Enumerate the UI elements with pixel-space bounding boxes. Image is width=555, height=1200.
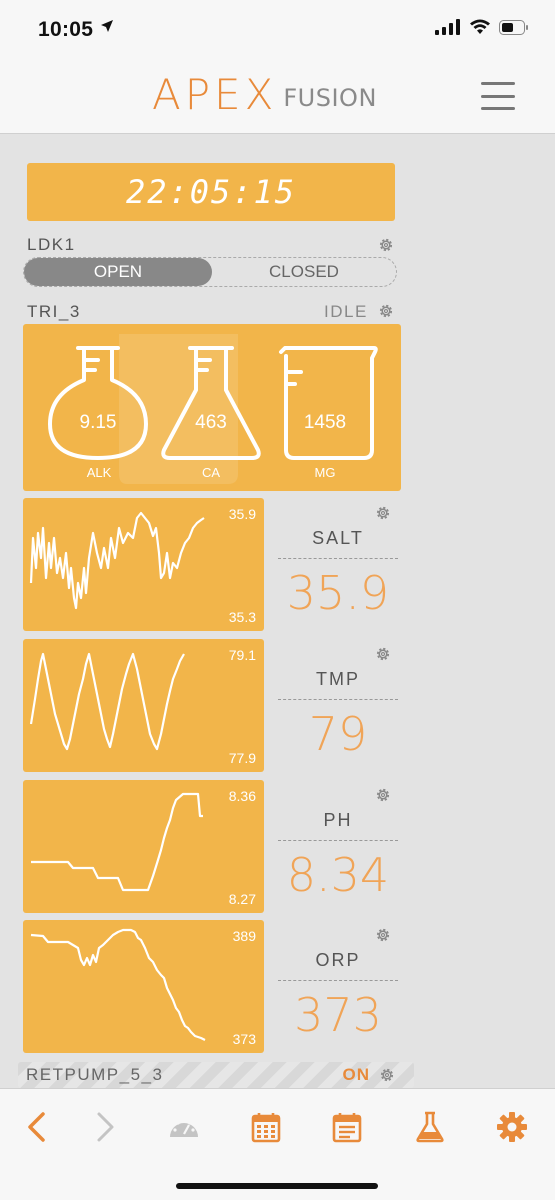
status-bar: 10:05 (0, 0, 555, 60)
logo-fusion-text: FUSION (283, 84, 377, 112)
dashboard-gauge-icon[interactable] (164, 1107, 204, 1147)
ph-probe-card[interactable]: PH 8.34 (278, 780, 398, 913)
alk-value: 9.15 (79, 412, 117, 433)
notes-calendar-icon[interactable] (327, 1107, 367, 1147)
ldk1-label: LDK1 (27, 235, 76, 254)
tmp-divider (278, 699, 398, 700)
salt-graph-max: 35.9 (228, 506, 256, 522)
clock-time: 22:05:15 (125, 173, 297, 211)
forward-arrow-icon[interactable] (86, 1107, 126, 1147)
orp-settings-gear-icon[interactable] (374, 926, 392, 944)
ph-graph-max: 8.36 (228, 788, 256, 804)
cellular-signal-icon (435, 19, 460, 35)
retpump-label: RETPUMP_5_3 (26, 1065, 164, 1084)
tmp-settings-gear-icon[interactable] (374, 645, 392, 663)
ca-value: 463 (195, 412, 227, 433)
tri-label: TRI_3 (27, 302, 81, 321)
home-indicator (176, 1183, 378, 1189)
salt-divider (278, 558, 398, 559)
orp-divider (278, 980, 398, 981)
retpump-state: ON (342, 1065, 370, 1084)
calendar-icon[interactable] (246, 1107, 286, 1147)
beaker-icon (279, 346, 378, 460)
ca-label: CA (201, 465, 221, 480)
ldk1-settings-gear-icon[interactable] (377, 236, 395, 254)
flask-icon[interactable] (410, 1107, 450, 1147)
ph-probe-name: PH (323, 810, 353, 830)
location-arrow-icon (101, 20, 113, 32)
salt-probe-name: SALT (312, 528, 364, 548)
ph-graph-min: 8.27 (228, 891, 256, 907)
tmp-probe-value: 79 (308, 707, 368, 761)
orp-graph-min: 373 (232, 1031, 256, 1047)
tri-state: IDLE (324, 302, 368, 321)
salt-settings-gear-icon[interactable] (374, 504, 392, 522)
salt-probe-value: 35.9 (286, 566, 390, 620)
orp-probe-card[interactable]: ORP 373 (278, 920, 398, 1053)
settings-gear-icon[interactable] (492, 1107, 532, 1147)
orp-graph-max: 389 (232, 928, 256, 944)
back-arrow-icon[interactable] (16, 1107, 56, 1147)
alk-label: ALK (86, 465, 112, 480)
tmp-graph-max: 79.1 (228, 647, 256, 663)
hamburger-menu-icon[interactable] (481, 82, 515, 110)
status-icons (435, 19, 529, 35)
tmp-probe-name: TMP (316, 669, 360, 689)
battery-icon (499, 19, 528, 35)
app-header: APEX FUSION (0, 60, 555, 134)
tmp-graph-tile[interactable]: 79.1 77.9 (23, 639, 264, 772)
tmp-probe-card[interactable]: TMP 79 (278, 639, 398, 772)
tri-settings-gear-icon[interactable] (377, 302, 395, 320)
toggle-closed-option[interactable]: CLOSED (212, 258, 396, 286)
orp-trend-line (30, 928, 206, 1041)
ph-divider (278, 840, 398, 841)
apex-fusion-logo: APEX FUSION (152, 74, 377, 116)
logo-apex-text: APEX (152, 70, 278, 119)
status-time: 10:05 (38, 18, 94, 41)
ph-settings-gear-icon[interactable] (374, 786, 392, 804)
retpump-settings-gear-icon[interactable] (378, 1066, 396, 1084)
mg-label: MG (314, 465, 336, 480)
orp-graph-tile[interactable]: 389 373 (23, 920, 264, 1053)
tri-dosing-tile[interactable]: 9.15 463 1458 ALK CA MG (23, 324, 401, 491)
salt-graph-min: 35.3 (228, 609, 256, 625)
wifi-icon (470, 19, 490, 34)
ph-graph-tile[interactable]: 8.36 8.27 (23, 780, 264, 913)
salt-graph-tile[interactable]: 35.9 35.3 (23, 498, 264, 631)
ph-probe-value: 8.34 (286, 848, 390, 902)
ldk1-open-closed-toggle[interactable]: OPEN CLOSED (23, 257, 397, 287)
toggle-open-option[interactable]: OPEN (24, 258, 212, 286)
mg-value: 1458 (303, 412, 347, 433)
salt-probe-card[interactable]: SALT 35.9 (278, 498, 398, 631)
tmp-graph-min: 77.9 (228, 750, 256, 766)
orp-probe-value: 373 (294, 988, 382, 1042)
retpump-tile[interactable]: RETPUMP_5_3 ON (18, 1062, 414, 1088)
orp-probe-name: ORP (315, 950, 361, 970)
clock-tile: 22:05:15 (27, 163, 395, 221)
